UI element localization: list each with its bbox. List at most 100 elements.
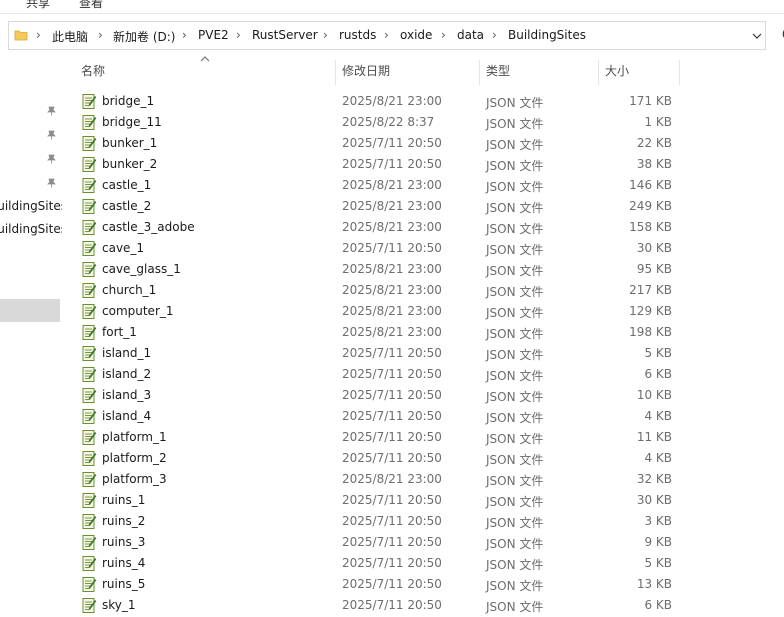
- chevron-down-icon[interactable]: [751, 30, 763, 42]
- breadcrumb-separator[interactable]: ›: [384, 28, 389, 42]
- column-header-type[interactable]: 类型: [486, 62, 510, 85]
- ribbon-tab-share[interactable]: 共享: [26, 0, 50, 11]
- file-row[interactable]: cave_glass_1 2025/8/21 23:00 JSON 文件 95 KB: [0, 259, 784, 280]
- file-type: JSON 文件: [486, 369, 544, 383]
- file-type: JSON 文件: [486, 327, 544, 341]
- breadcrumb-separator[interactable]: ›: [182, 28, 187, 42]
- breadcrumb-separator[interactable]: ›: [441, 28, 446, 42]
- file-modified-date: 2025/7/11 20:50: [342, 367, 442, 381]
- column-header-name[interactable]: 名称: [81, 62, 105, 85]
- breadcrumb-separator[interactable]: ›: [98, 28, 103, 42]
- file-type: JSON 文件: [486, 96, 544, 110]
- file-name: island_3: [102, 388, 152, 402]
- file-type: JSON 文件: [486, 411, 544, 425]
- breadcrumb-rustds[interactable]: rustds: [339, 28, 376, 42]
- column-divider[interactable]: [679, 60, 680, 85]
- file-name: cave_1: [102, 241, 145, 255]
- file-name: platform_1: [102, 430, 167, 444]
- file-name: platform_2: [102, 451, 167, 465]
- file-name: ruins_2: [102, 514, 146, 528]
- file-modified-date: 2025/7/11 20:50: [342, 556, 442, 570]
- json-file-icon: [80, 324, 97, 341]
- file-type: JSON 文件: [486, 579, 544, 593]
- json-file-icon: [80, 219, 97, 236]
- breadcrumb-separator[interactable]: ›: [36, 28, 41, 42]
- file-type: JSON 文件: [486, 180, 544, 194]
- file-row[interactable]: island_2 2025/7/11 20:50 JSON 文件 6 KB: [0, 364, 784, 385]
- ribbon-tab-view[interactable]: 查看: [79, 0, 103, 11]
- json-file-icon: [80, 198, 97, 215]
- address-bar[interactable]: › 此电脑 › 新加卷 (D:) › PVE2 › RustServer › r…: [8, 21, 766, 50]
- file-modified-date: 2025/8/21 23:00: [342, 178, 442, 192]
- file-size: 3 KB: [644, 514, 672, 528]
- file-row[interactable]: castle_1 2025/8/21 23:00 JSON 文件 146 KB: [0, 175, 784, 196]
- file-modified-date: 2025/8/21 23:00: [342, 94, 442, 108]
- breadcrumb-buildingsites[interactable]: BuildingSites: [508, 28, 586, 42]
- file-row[interactable]: bridge_11 2025/8/22 8:37 JSON 文件 1 KB: [0, 112, 784, 133]
- breadcrumb-pve2[interactable]: PVE2: [198, 28, 229, 42]
- file-row[interactable]: island_3 2025/7/11 20:50 JSON 文件 10 KB: [0, 385, 784, 406]
- json-file-icon: [80, 156, 97, 173]
- json-file-icon: [80, 114, 97, 131]
- file-modified-date: 2025/8/22 8:37: [342, 115, 435, 129]
- file-type: JSON 文件: [486, 516, 544, 530]
- json-file-icon: [80, 555, 97, 572]
- column-divider[interactable]: [598, 60, 599, 85]
- file-name: ruins_1: [102, 493, 146, 507]
- breadcrumb-separator[interactable]: ›: [323, 28, 328, 42]
- file-row[interactable]: platform_1 2025/7/11 20:50 JSON 文件 11 KB: [0, 427, 784, 448]
- column-divider[interactable]: [479, 60, 480, 85]
- json-file-icon: [80, 450, 97, 467]
- folder-icon: [14, 30, 28, 41]
- json-file-icon: [80, 408, 97, 425]
- json-file-icon: [80, 387, 97, 404]
- file-name: ruins_4: [102, 556, 146, 570]
- breadcrumb-oxide[interactable]: oxide: [400, 28, 432, 42]
- file-row[interactable]: ruins_3 2025/7/11 20:50 JSON 文件 9 KB: [0, 532, 784, 553]
- file-row[interactable]: ruins_4 2025/7/11 20:50 JSON 文件 5 KB: [0, 553, 784, 574]
- file-row[interactable]: computer_1 2025/8/21 23:00 JSON 文件 129 KB: [0, 301, 784, 322]
- file-row[interactable]: bunker_1 2025/7/11 20:50 JSON 文件 22 KB: [0, 133, 784, 154]
- file-name: bunker_2: [102, 157, 158, 171]
- breadcrumb-separator[interactable]: ›: [492, 28, 497, 42]
- file-row[interactable]: ruins_2 2025/7/11 20:50 JSON 文件 3 KB: [0, 511, 784, 532]
- column-divider[interactable]: [335, 60, 336, 85]
- file-row[interactable]: bunker_2 2025/7/11 20:50 JSON 文件 38 KB: [0, 154, 784, 175]
- file-row[interactable]: bridge_1 2025/8/21 23:00 JSON 文件 171 KB: [0, 91, 784, 112]
- file-type: JSON 文件: [486, 243, 544, 257]
- file-row[interactable]: platform_3 2025/8/21 23:00 JSON 文件 32 KB: [0, 469, 784, 490]
- json-file-icon: [80, 576, 97, 593]
- file-name: cave_glass_1: [102, 262, 181, 276]
- file-name: computer_1: [102, 304, 174, 318]
- breadcrumb-data[interactable]: data: [457, 28, 484, 42]
- refresh-icon[interactable]: [779, 27, 784, 41]
- column-header-date[interactable]: 修改日期: [342, 62, 390, 85]
- file-name: ruins_3: [102, 535, 146, 549]
- file-type: JSON 文件: [486, 264, 544, 278]
- file-row[interactable]: island_1 2025/7/11 20:50 JSON 文件 5 KB: [0, 343, 784, 364]
- breadcrumb-this-pc[interactable]: 此电脑: [52, 28, 88, 45]
- file-modified-date: 2025/7/11 20:50: [342, 409, 442, 423]
- file-row[interactable]: church_1 2025/8/21 23:00 JSON 文件 217 KB: [0, 280, 784, 301]
- column-header-size[interactable]: 大小: [605, 62, 629, 85]
- file-row[interactable]: fort_1 2025/8/21 23:00 JSON 文件 198 KB: [0, 322, 784, 343]
- json-file-icon: [80, 345, 97, 362]
- file-row[interactable]: platform_2 2025/7/11 20:50 JSON 文件 4 KB: [0, 448, 784, 469]
- file-row[interactable]: cave_1 2025/7/11 20:50 JSON 文件 30 KB: [0, 238, 784, 259]
- breadcrumb-rustserver[interactable]: RustServer: [252, 28, 318, 42]
- file-modified-date: 2025/7/11 20:50: [342, 451, 442, 465]
- file-size: 30 KB: [636, 241, 672, 255]
- file-type: JSON 文件: [486, 348, 544, 362]
- file-type: JSON 文件: [486, 432, 544, 446]
- file-row[interactable]: castle_2 2025/8/21 23:00 JSON 文件 249 KB: [0, 196, 784, 217]
- json-file-icon: [80, 534, 97, 551]
- file-name: bridge_11: [102, 115, 162, 129]
- file-row[interactable]: island_4 2025/7/11 20:50 JSON 文件 4 KB: [0, 406, 784, 427]
- breadcrumb-drive-d[interactable]: 新加卷 (D:): [113, 28, 175, 45]
- breadcrumb-separator[interactable]: ›: [236, 28, 241, 42]
- file-row[interactable]: ruins_5 2025/7/11 20:50 JSON 文件 13 KB: [0, 574, 784, 595]
- file-row[interactable]: ruins_1 2025/7/11 20:50 JSON 文件 30 KB: [0, 490, 784, 511]
- file-row[interactable]: castle_3_adobe 2025/8/21 23:00 JSON 文件 158 …: [0, 217, 784, 238]
- file-name: castle_3_adobe: [102, 220, 195, 234]
- file-type: JSON 文件: [486, 201, 544, 215]
